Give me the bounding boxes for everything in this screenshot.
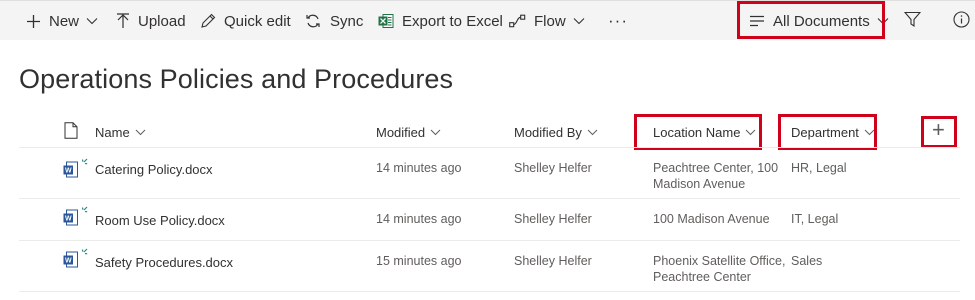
column-header-name-label: Name <box>95 124 130 140</box>
sync-icon <box>304 13 322 29</box>
modified-cell: 15 minutes ago <box>376 254 462 268</box>
svg-text:W: W <box>65 216 72 223</box>
export-excel-label: Export to Excel <box>402 12 503 30</box>
location-line-2: Madison Avenue <box>653 177 746 191</box>
department-cell: IT, Legal <box>791 212 839 226</box>
column-header-modified[interactable]: Modified <box>376 122 441 142</box>
table-row[interactable]: W Safety Procedures.docx 15 minutes ago … <box>19 241 960 292</box>
location-cell: 100 Madison Avenue <box>653 211 770 227</box>
column-header-location-label: Location Name <box>653 124 741 140</box>
upload-button[interactable]: Upload <box>116 1 186 41</box>
more-button[interactable]: ··· <box>608 1 628 41</box>
modified-by-cell[interactable]: Shelley Helfer <box>514 211 592 227</box>
sync-label: Sync <box>330 12 364 30</box>
new-button[interactable]: New <box>26 1 98 41</box>
table-row[interactable]: W Room Use Policy.docx 14 minutes ago Sh… <box>19 200 960 241</box>
file-name-link[interactable]: Room Use Policy.docx <box>95 213 225 228</box>
flow-button[interactable]: Flow <box>509 1 585 41</box>
quick-edit-label: Quick edit <box>224 12 291 30</box>
new-label: New <box>49 12 80 30</box>
add-column-button[interactable]: + <box>932 117 945 142</box>
word-document-icon: W <box>63 248 91 275</box>
plus-icon <box>26 14 41 29</box>
file-name-link[interactable]: Safety Procedures.docx <box>95 255 233 270</box>
department-cell: Sales <box>791 254 823 268</box>
upload-arrow-icon <box>116 13 130 29</box>
document-outline-icon <box>64 122 78 142</box>
excel-icon <box>378 13 394 29</box>
column-header-location-name[interactable]: Location Name <box>653 122 756 142</box>
column-header-modified-by-label: Modified By <box>514 124 582 140</box>
modified-cell: 14 minutes ago <box>376 212 462 226</box>
add-column-plus-icon: + <box>932 117 945 142</box>
table-row[interactable]: W Catering Policy.docx 14 minutes ago Sh… <box>19 148 960 199</box>
upload-label: Upload <box>138 12 186 30</box>
sync-button[interactable]: Sync <box>304 1 363 41</box>
filter-button[interactable] <box>903 1 922 41</box>
column-header-name[interactable]: Name <box>95 122 146 142</box>
page-title: Operations Policies and Procedures <box>19 64 454 94</box>
svg-text:W: W <box>65 168 72 175</box>
svg-text:W: W <box>65 258 72 265</box>
word-document-icon: W <box>63 158 91 185</box>
chevron-down-icon <box>86 17 98 25</box>
quick-edit-button[interactable]: Quick edit <box>200 1 291 41</box>
column-header-modified-by[interactable]: Modified By <box>514 122 598 142</box>
pencil-icon <box>200 13 216 29</box>
word-document-icon: W <box>63 206 91 233</box>
export-excel-button[interactable]: Export to Excel <box>378 1 503 41</box>
more-ellipsis-icon: ··· <box>608 11 628 30</box>
flow-icon <box>509 14 526 28</box>
location-cell: Phoenix Satellite Office, Peachtree Cent… <box>653 253 785 285</box>
modified-by-cell[interactable]: Shelley Helfer <box>514 160 592 176</box>
flow-label: Flow <box>534 12 566 30</box>
column-header-department-label: Department <box>791 124 859 140</box>
chevron-down-icon <box>864 129 875 136</box>
file-name-link[interactable]: Catering Policy.docx <box>95 162 213 177</box>
chevron-down-icon <box>135 129 146 136</box>
view-selector-highlight <box>737 1 885 39</box>
chevron-down-icon <box>430 129 441 136</box>
modified-by-cell[interactable]: Shelley Helfer <box>514 253 592 269</box>
location-line-1: Peachtree Center, 100 <box>653 161 779 175</box>
location-cell: Peachtree Center, 100 Madison Avenue <box>653 160 778 192</box>
location-line-1: Phoenix Satellite Office, <box>653 254 786 268</box>
location-line-2: Peachtree Center <box>653 270 751 284</box>
modified-cell: 14 minutes ago <box>376 161 462 175</box>
column-header-department[interactable]: Department <box>791 122 875 142</box>
department-cell: HR, Legal <box>791 161 847 175</box>
file-type-column-header[interactable] <box>64 122 78 142</box>
column-header-modified-label: Modified <box>376 124 426 140</box>
chevron-down-icon <box>587 129 598 136</box>
chevron-down-icon <box>745 129 756 136</box>
info-button[interactable] <box>953 1 970 41</box>
location-line-1: 100 Madison Avenue <box>653 212 770 226</box>
chevron-down-icon <box>573 17 585 25</box>
filter-funnel-icon <box>903 11 922 32</box>
info-icon <box>953 10 970 32</box>
